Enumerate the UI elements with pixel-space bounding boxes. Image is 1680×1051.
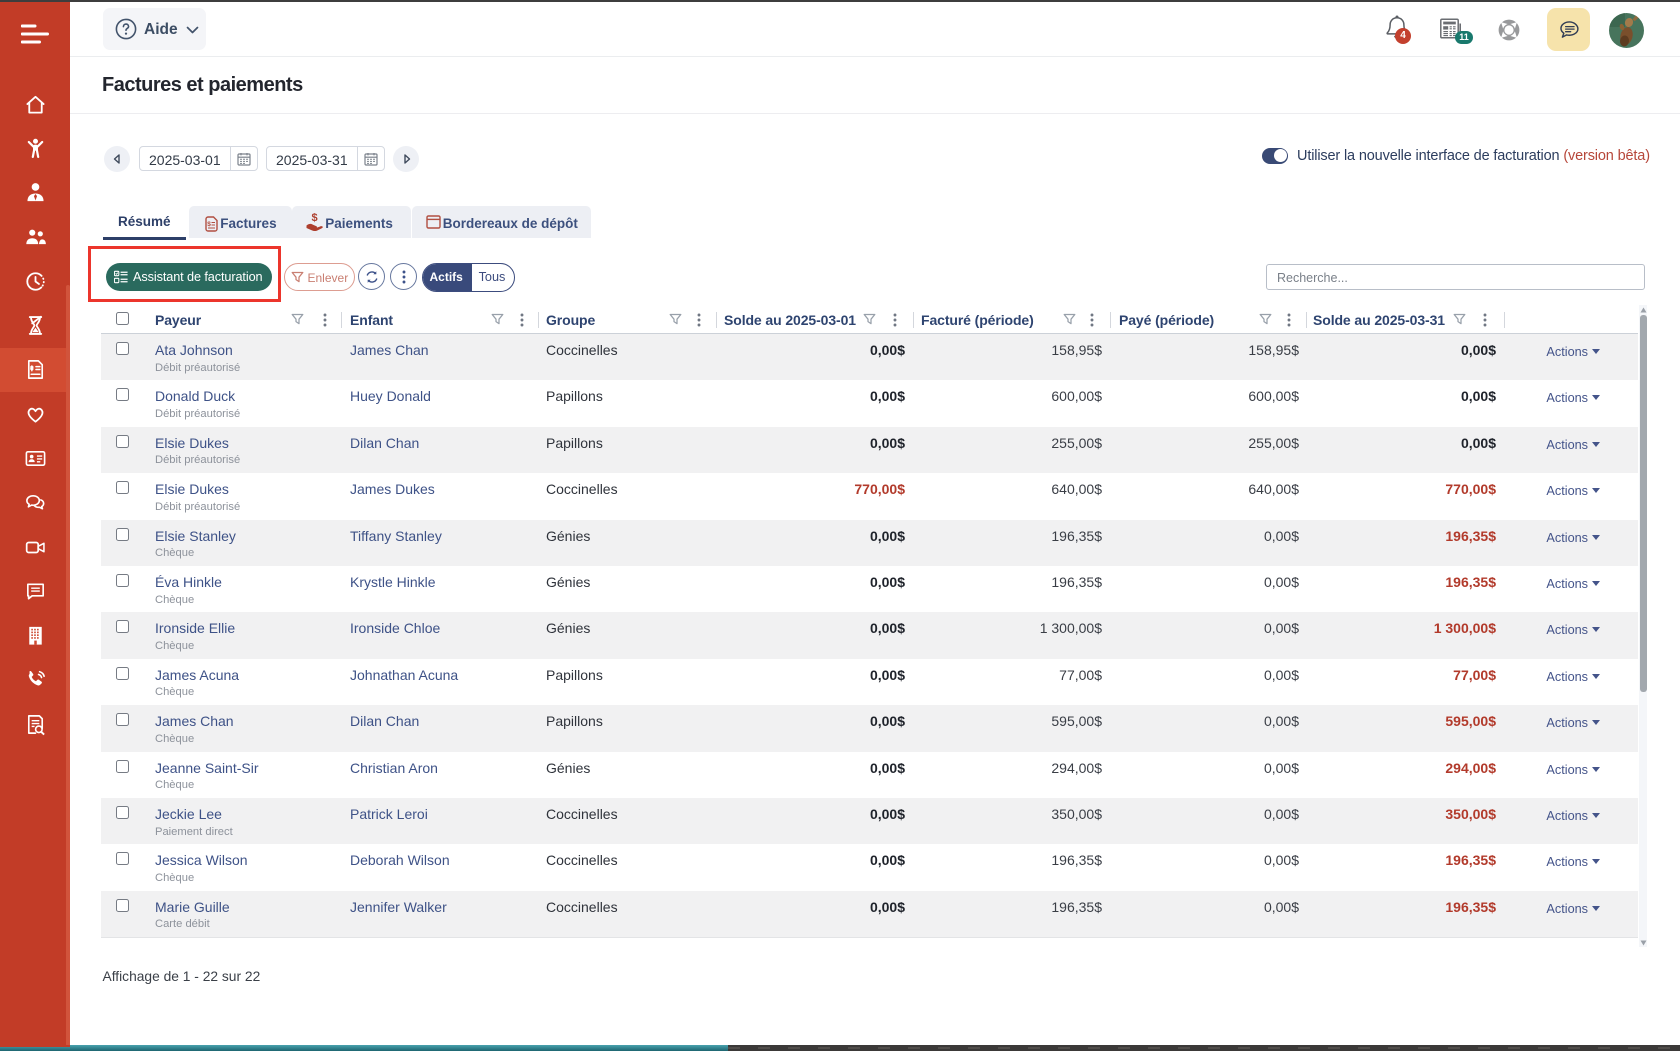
svg-text:$: $ bbox=[312, 212, 318, 224]
svg-text:$: $ bbox=[207, 221, 211, 228]
